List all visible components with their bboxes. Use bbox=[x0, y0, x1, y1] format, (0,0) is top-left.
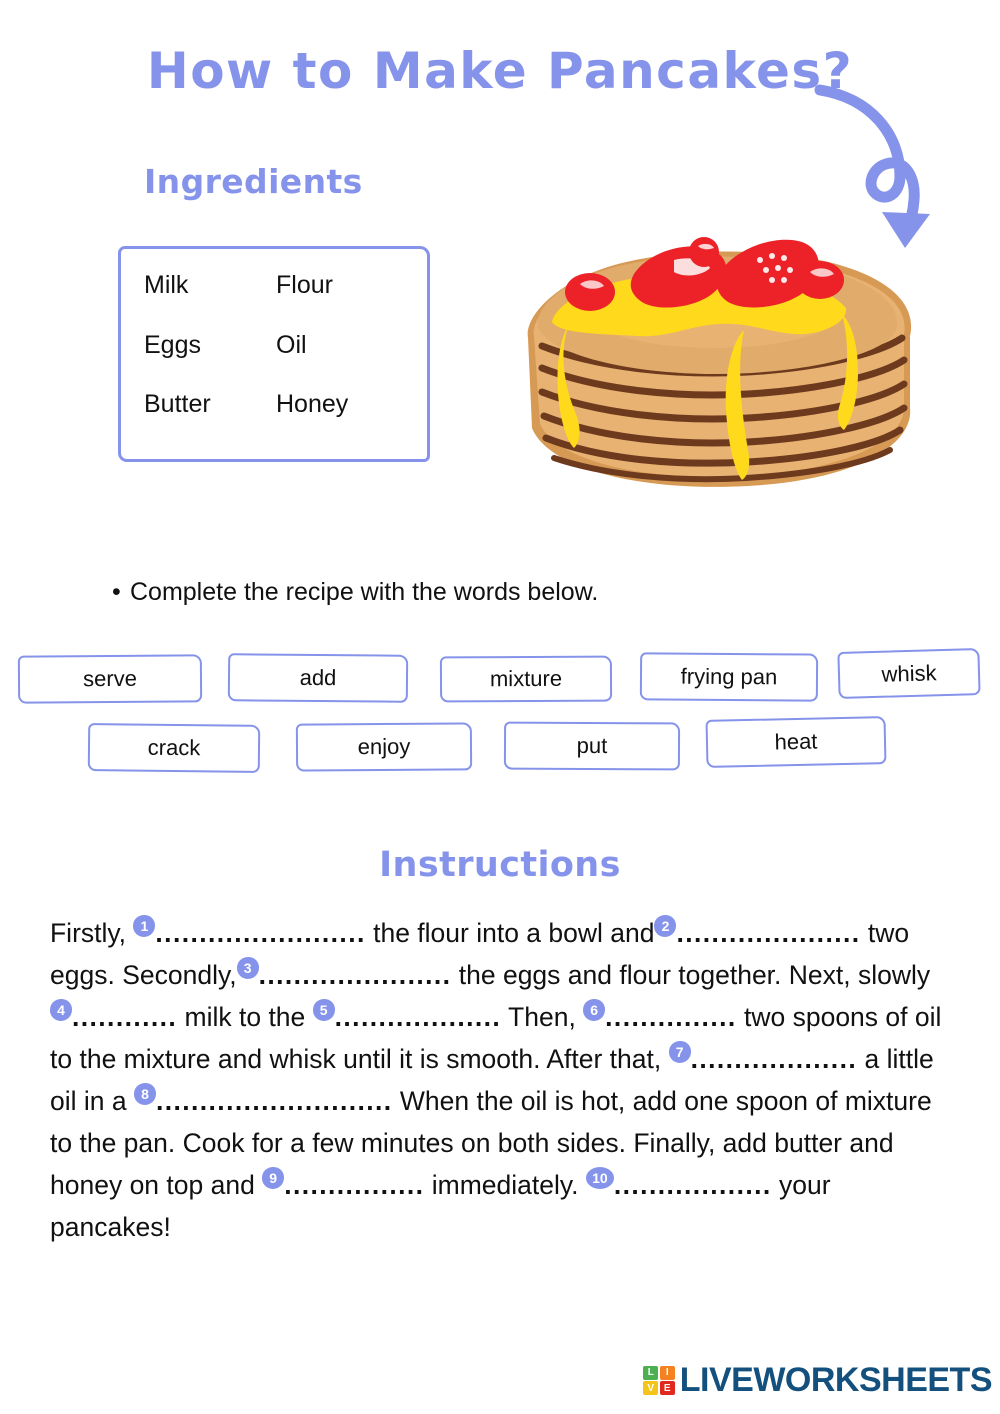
logo-tile-l: L bbox=[643, 1365, 659, 1380]
answer-blank[interactable]: ........................ bbox=[155, 918, 365, 948]
word-chip-label: add bbox=[299, 664, 337, 691]
instructions-heading: Instructions bbox=[379, 845, 621, 885]
blank-number-badge-9: 9 bbox=[262, 1167, 285, 1189]
blank-number-badge-6: 6 bbox=[583, 999, 606, 1021]
word-chip-enjoy[interactable]: enjoy bbox=[295, 722, 473, 772]
word-chip-label: put bbox=[576, 732, 608, 759]
answer-blank[interactable]: .................. bbox=[614, 1170, 772, 1200]
blank-number-badge-1: 1 bbox=[133, 915, 156, 937]
blank-number-badge-7: 7 bbox=[668, 1041, 691, 1063]
answer-blank[interactable]: ............ bbox=[72, 1002, 177, 1032]
liveworksheets-tiles-icon: L I V E bbox=[643, 1365, 675, 1396]
instruction-text: the flour into a bowl and bbox=[365, 918, 655, 948]
word-chip-label: frying pan bbox=[680, 663, 778, 690]
answer-blank[interactable]: ..................... bbox=[676, 918, 860, 948]
word-chip-label: heat bbox=[774, 728, 818, 755]
blank-number-badge-2: 2 bbox=[654, 915, 677, 937]
instruction-text: milk to the bbox=[177, 1002, 313, 1032]
instructions-paragraph: Firstly, 1........................ the f… bbox=[50, 912, 952, 1248]
liveworksheets-wordmark: LIVEWORKSHEETS bbox=[679, 1361, 993, 1399]
blank-number-badge-4: 4 bbox=[50, 999, 72, 1021]
word-chip-serve[interactable]: serve bbox=[17, 654, 203, 704]
word-chip-mixture[interactable]: mixture bbox=[439, 655, 613, 703]
answer-blank[interactable]: ............... bbox=[605, 1002, 736, 1032]
word-chip-label: enjoy bbox=[357, 733, 411, 760]
word-bank: serve add mixture frying pan whisk crack… bbox=[0, 0, 1000, 790]
word-chip-heat[interactable]: heat bbox=[705, 716, 887, 768]
blank-number-badge-8: 8 bbox=[133, 1083, 156, 1105]
answer-blank[interactable]: ........................... bbox=[156, 1086, 393, 1116]
word-chip-label: crack bbox=[147, 734, 201, 761]
blank-number-badge-5: 5 bbox=[312, 999, 335, 1021]
logo-tile-v: V bbox=[643, 1381, 659, 1396]
blank-number-badge-3: 3 bbox=[236, 957, 259, 979]
instruction-text: the eggs and flour together. Next, slowl… bbox=[451, 960, 931, 990]
word-chip-put[interactable]: put bbox=[503, 721, 681, 771]
answer-blank[interactable]: ................... bbox=[691, 1044, 858, 1074]
word-chip-crack[interactable]: crack bbox=[87, 723, 261, 773]
word-chip-frying-pan[interactable]: frying pan bbox=[639, 652, 819, 702]
instruction-text: immediately. bbox=[424, 1170, 586, 1200]
answer-blank[interactable]: ................... bbox=[335, 1002, 502, 1032]
logo-tile-i: I bbox=[659, 1365, 675, 1380]
word-chip-label: serve bbox=[83, 665, 137, 692]
answer-blank[interactable]: ................ bbox=[284, 1170, 424, 1200]
instruction-text: Firstly, bbox=[50, 918, 134, 948]
word-chip-label: mixture bbox=[489, 665, 563, 692]
word-chip-label: whisk bbox=[881, 659, 937, 687]
liveworksheets-logo: L I V E LIVEWORKSHEETS bbox=[643, 1361, 993, 1400]
answer-blank[interactable]: ...................... bbox=[259, 960, 452, 990]
instruction-text: Then, bbox=[501, 1002, 584, 1032]
word-chip-whisk[interactable]: whisk bbox=[837, 648, 981, 699]
logo-tile-e: E bbox=[659, 1381, 675, 1396]
blank-number-badge-10: 10 bbox=[585, 1167, 614, 1189]
word-chip-add[interactable]: add bbox=[227, 653, 409, 703]
